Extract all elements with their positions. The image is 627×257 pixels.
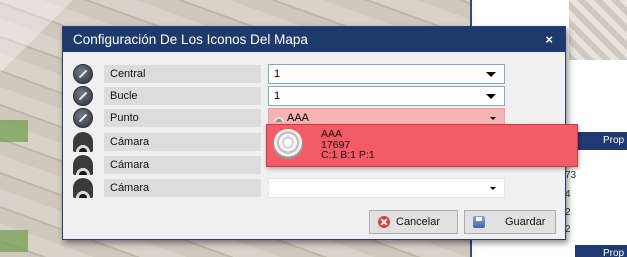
save-button-label: Guardar (505, 216, 546, 228)
cancel-icon (378, 216, 390, 228)
row-central: Central 1 (73, 64, 553, 84)
row-camera-3: Cámara (73, 178, 553, 198)
chevron-down-icon[interactable] (486, 72, 496, 77)
row-bucle: Bucle 1 (73, 86, 553, 106)
bucle-select-value: 1 (274, 90, 281, 102)
punto-dropdown-option[interactable]: AAA 17697 C:1 B:1 P:1 (266, 124, 578, 167)
bucle-select[interactable]: 1 (268, 86, 505, 106)
map-greenery (0, 120, 28, 142)
properties-header: Prop (575, 132, 627, 150)
edit-circle-icon[interactable] (73, 108, 93, 128)
label-camera: Cámara (104, 156, 261, 174)
save-icon (473, 216, 485, 228)
option-address: C:1 B:1 P:1 (321, 149, 375, 161)
label-camera: Cámara (104, 179, 261, 197)
chevron-down-icon[interactable] (490, 117, 496, 120)
label-bucle: Bucle (104, 87, 261, 105)
label-central: Central (104, 65, 261, 83)
central-select[interactable]: 1 (268, 64, 505, 84)
smoke-detector-icon (273, 129, 303, 159)
close-button[interactable]: × (545, 27, 553, 52)
edit-circle-icon[interactable] (73, 64, 93, 84)
chevron-down-icon[interactable] (486, 94, 496, 99)
save-button[interactable]: Guardar (464, 210, 556, 234)
cancel-button[interactable]: Cancelar (369, 210, 458, 234)
smoke-detector-icon (274, 114, 284, 122)
dialog-titlebar: Configuración De Los Iconos Del Mapa × (63, 27, 565, 52)
dialog-title: Configuración De Los Iconos Del Mapa (73, 32, 308, 47)
option-name: AAA (321, 128, 343, 140)
map-rooftop (569, 0, 627, 60)
properties-header: Prop (575, 245, 627, 257)
label-punto: Punto (104, 109, 261, 127)
camera-icon[interactable] (73, 155, 93, 175)
central-select-value: 1 (274, 68, 281, 80)
dropdown-option-text: AAA 17697 C:1 B:1 P:1 (321, 129, 375, 161)
cancel-button-label: Cancelar (396, 216, 441, 228)
camera-icon[interactable] (73, 178, 93, 198)
map-greenery (0, 230, 28, 252)
camera-select[interactable] (268, 178, 505, 198)
side-value: 73 (565, 170, 577, 181)
label-camera: Cámara (104, 133, 261, 151)
camera-icon[interactable] (73, 132, 93, 152)
punto-select-value: AAA (287, 112, 310, 124)
chevron-down-icon[interactable] (490, 187, 496, 190)
edit-circle-icon[interactable] (73, 86, 93, 106)
